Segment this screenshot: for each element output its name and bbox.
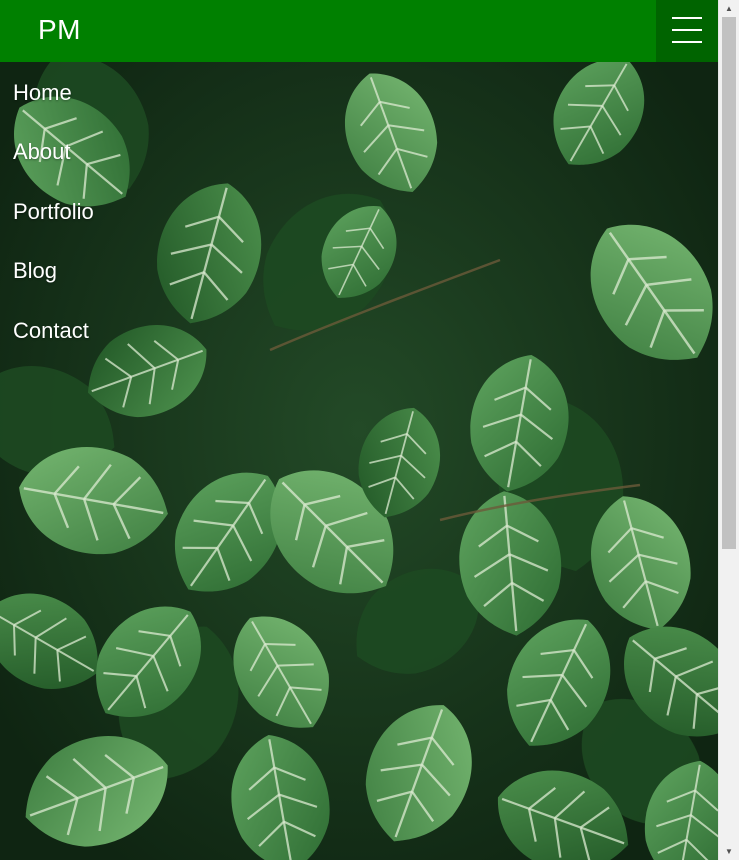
nav-link-portfolio[interactable]: Portfolio [13,198,94,226]
leaves-background-image [0,0,718,860]
vertical-scrollbar[interactable]: ▲ ▼ [718,0,739,860]
nav-link-blog[interactable]: Blog [13,257,57,285]
page-viewport: PM Home About Portfolio Blog Contact [0,0,718,860]
nav-link-about[interactable]: About [13,138,71,166]
site-logo[interactable]: PM [38,12,81,48]
nav-link-home[interactable]: Home [13,79,72,107]
scrollbar-thumb[interactable] [722,17,736,549]
menu-toggle-button[interactable] [656,0,718,62]
scroll-down-arrow-icon[interactable]: ▼ [719,843,739,860]
scroll-up-arrow-icon[interactable]: ▲ [719,0,739,17]
nav-link-contact[interactable]: Contact [13,317,89,345]
site-header: PM [0,0,718,62]
